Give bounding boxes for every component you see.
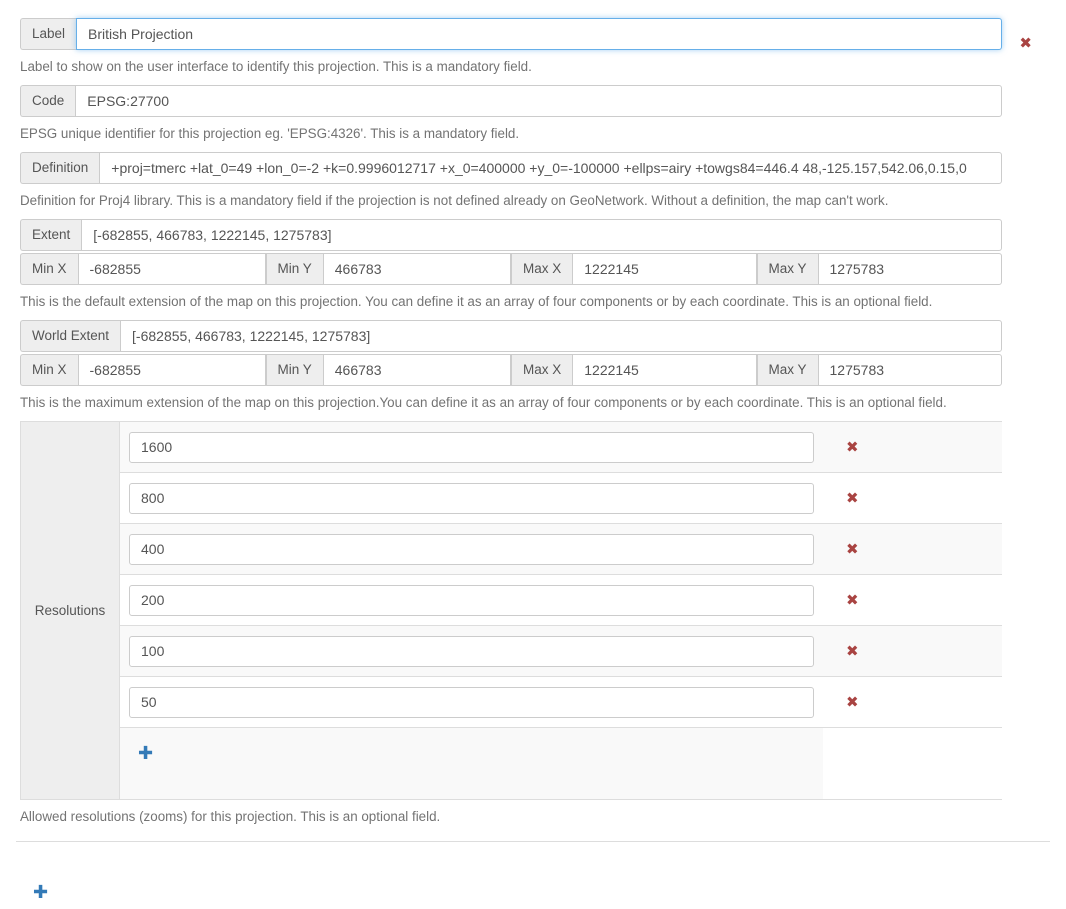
label-field-addon: Label (20, 18, 77, 50)
extent-min-y-cell: Min Y (265, 253, 511, 286)
definition-field-row: Definition (20, 152, 1002, 185)
extent-max-y-cell: Max Y (756, 253, 1002, 286)
extent-min-x-cell: Min X (20, 253, 266, 286)
resolution-input-wrap (120, 431, 823, 463)
world-extent-min-y-input[interactable] (322, 354, 511, 387)
extent-help-text: This is the default extension of the map… (20, 294, 933, 310)
plus-icon: ✚ (33, 882, 49, 903)
projection-panel: ✖ Label Label to show on the user interf… (16, 10, 1050, 843)
resolution-row: ✖ (120, 677, 1002, 729)
resolution-input[interactable] (129, 584, 814, 616)
projection-settings-page: ✖ Label Label to show on the user interf… (0, 0, 1066, 909)
extent-max-x-label: Max X (511, 253, 573, 286)
remove-projection-button[interactable]: ✖ (1019, 36, 1032, 51)
resolution-input-wrap (120, 584, 823, 616)
world-extent-input[interactable] (120, 320, 1002, 353)
world-extent-field-row: World Extent (20, 320, 1002, 353)
resolution-remove-cell: ✖ (823, 692, 1001, 711)
add-resolution-button[interactable]: ✚ (138, 745, 153, 763)
extent-max-x-cell: Max X (511, 253, 757, 286)
resolution-input[interactable] (129, 635, 814, 667)
label-field-row: Label (20, 18, 1002, 50)
world-extent-min-x-label: Min X (20, 354, 78, 387)
extent-coordinates-row: Min X Min Y Max X Max Y (20, 253, 1002, 286)
remove-resolution-button[interactable]: ✖ (846, 488, 859, 507)
resolution-remove-cell: ✖ (823, 488, 1001, 507)
resolution-input-wrap (120, 533, 823, 565)
world-extent-min-y-label: Min Y (265, 354, 323, 387)
code-help-text: EPSG unique identifier for this projecti… (20, 126, 520, 142)
remove-resolution-button[interactable]: ✖ (846, 641, 859, 660)
code-field-addon: Code (20, 85, 76, 118)
definition-input[interactable] (99, 152, 1002, 185)
world-extent-max-x-label: Max X (511, 354, 573, 387)
definition-help-text: Definition for Proj4 library. This is a … (20, 193, 889, 209)
resolution-input[interactable] (129, 686, 814, 718)
resolution-input-wrap (120, 635, 823, 667)
remove-icon: ✖ (1019, 34, 1032, 52)
extent-field-addon: Extent (20, 219, 82, 252)
resolutions-rows: ✖ ✖ ✖ ✖ ✖ ✖ ✚ (120, 422, 1002, 800)
resolutions-label: Resolutions (21, 422, 120, 800)
resolution-row: ✖ (120, 524, 1002, 576)
resolution-input-wrap (120, 686, 823, 718)
world-extent-max-y-cell: Max Y (756, 354, 1002, 387)
extent-min-y-input[interactable] (322, 253, 511, 286)
world-extent-coordinates-row: Min X Min Y Max X Max Y (20, 354, 1002, 387)
add-projection-button[interactable]: ✚ (33, 884, 48, 902)
resolution-input[interactable] (129, 533, 814, 565)
remove-icon: ✖ (846, 641, 859, 660)
world-extent-max-x-cell: Max X (511, 354, 757, 387)
remove-icon: ✖ (846, 590, 859, 609)
label-help-text: Label to show on the user interface to i… (20, 59, 532, 74)
world-extent-min-x-cell: Min X (20, 354, 266, 387)
extent-max-y-input[interactable] (817, 253, 1002, 286)
remove-resolution-button[interactable]: ✖ (846, 590, 859, 609)
remove-icon: ✖ (846, 488, 859, 507)
resolution-add-row: ✚ (120, 728, 1002, 800)
world-extent-max-y-input[interactable] (817, 354, 1002, 387)
resolutions-help-text: Allowed resolutions (zooms) for this pro… (20, 809, 441, 825)
definition-field-addon: Definition (20, 152, 100, 185)
resolution-remove-cell: ✖ (823, 437, 1001, 456)
extent-max-y-label: Max Y (756, 253, 818, 286)
resolution-input[interactable] (129, 431, 814, 463)
remove-icon: ✖ (846, 539, 859, 558)
resolution-input[interactable] (129, 482, 814, 514)
resolution-row: ✖ (120, 575, 1002, 627)
world-extent-field-addon: World Extent (20, 320, 121, 353)
extent-min-x-input[interactable] (77, 253, 266, 286)
resolution-remove-cell: ✖ (823, 539, 1001, 558)
resolution-add-cell: ✚ (120, 728, 823, 764)
world-extent-max-y-label: Max Y (756, 354, 818, 387)
remove-resolution-button[interactable]: ✖ (846, 692, 859, 711)
extent-input[interactable] (81, 219, 1002, 252)
remove-resolution-button[interactable]: ✖ (846, 539, 859, 558)
world-extent-min-x-input[interactable] (77, 354, 266, 387)
extent-min-x-label: Min X (20, 253, 78, 286)
extent-max-x-input[interactable] (572, 253, 757, 286)
resolution-add-blank (823, 728, 1002, 800)
resolution-input-wrap (120, 482, 823, 514)
label-input[interactable] (76, 18, 1002, 50)
resolution-row: ✖ (120, 422, 1002, 474)
resolutions-block: Resolutions ✖ ✖ ✖ ✖ ✖ ✖ ✚ (20, 421, 1002, 801)
resolution-row: ✖ (120, 473, 1002, 525)
remove-icon: ✖ (846, 437, 859, 456)
extent-min-y-label: Min Y (265, 253, 323, 286)
remove-resolution-button[interactable]: ✖ (846, 437, 859, 456)
world-extent-min-y-cell: Min Y (265, 354, 511, 387)
plus-icon: ✚ (138, 743, 154, 765)
world-extent-help-text: This is the maximum extension of the map… (20, 395, 947, 411)
code-field-row: Code (20, 85, 1002, 118)
resolution-row: ✖ (120, 626, 1002, 678)
code-input[interactable] (75, 85, 1002, 118)
world-extent-max-x-input[interactable] (572, 354, 757, 387)
remove-icon: ✖ (846, 692, 859, 711)
resolution-remove-cell: ✖ (823, 641, 1001, 660)
resolution-remove-cell: ✖ (823, 590, 1001, 609)
extent-field-row: Extent (20, 219, 1002, 252)
